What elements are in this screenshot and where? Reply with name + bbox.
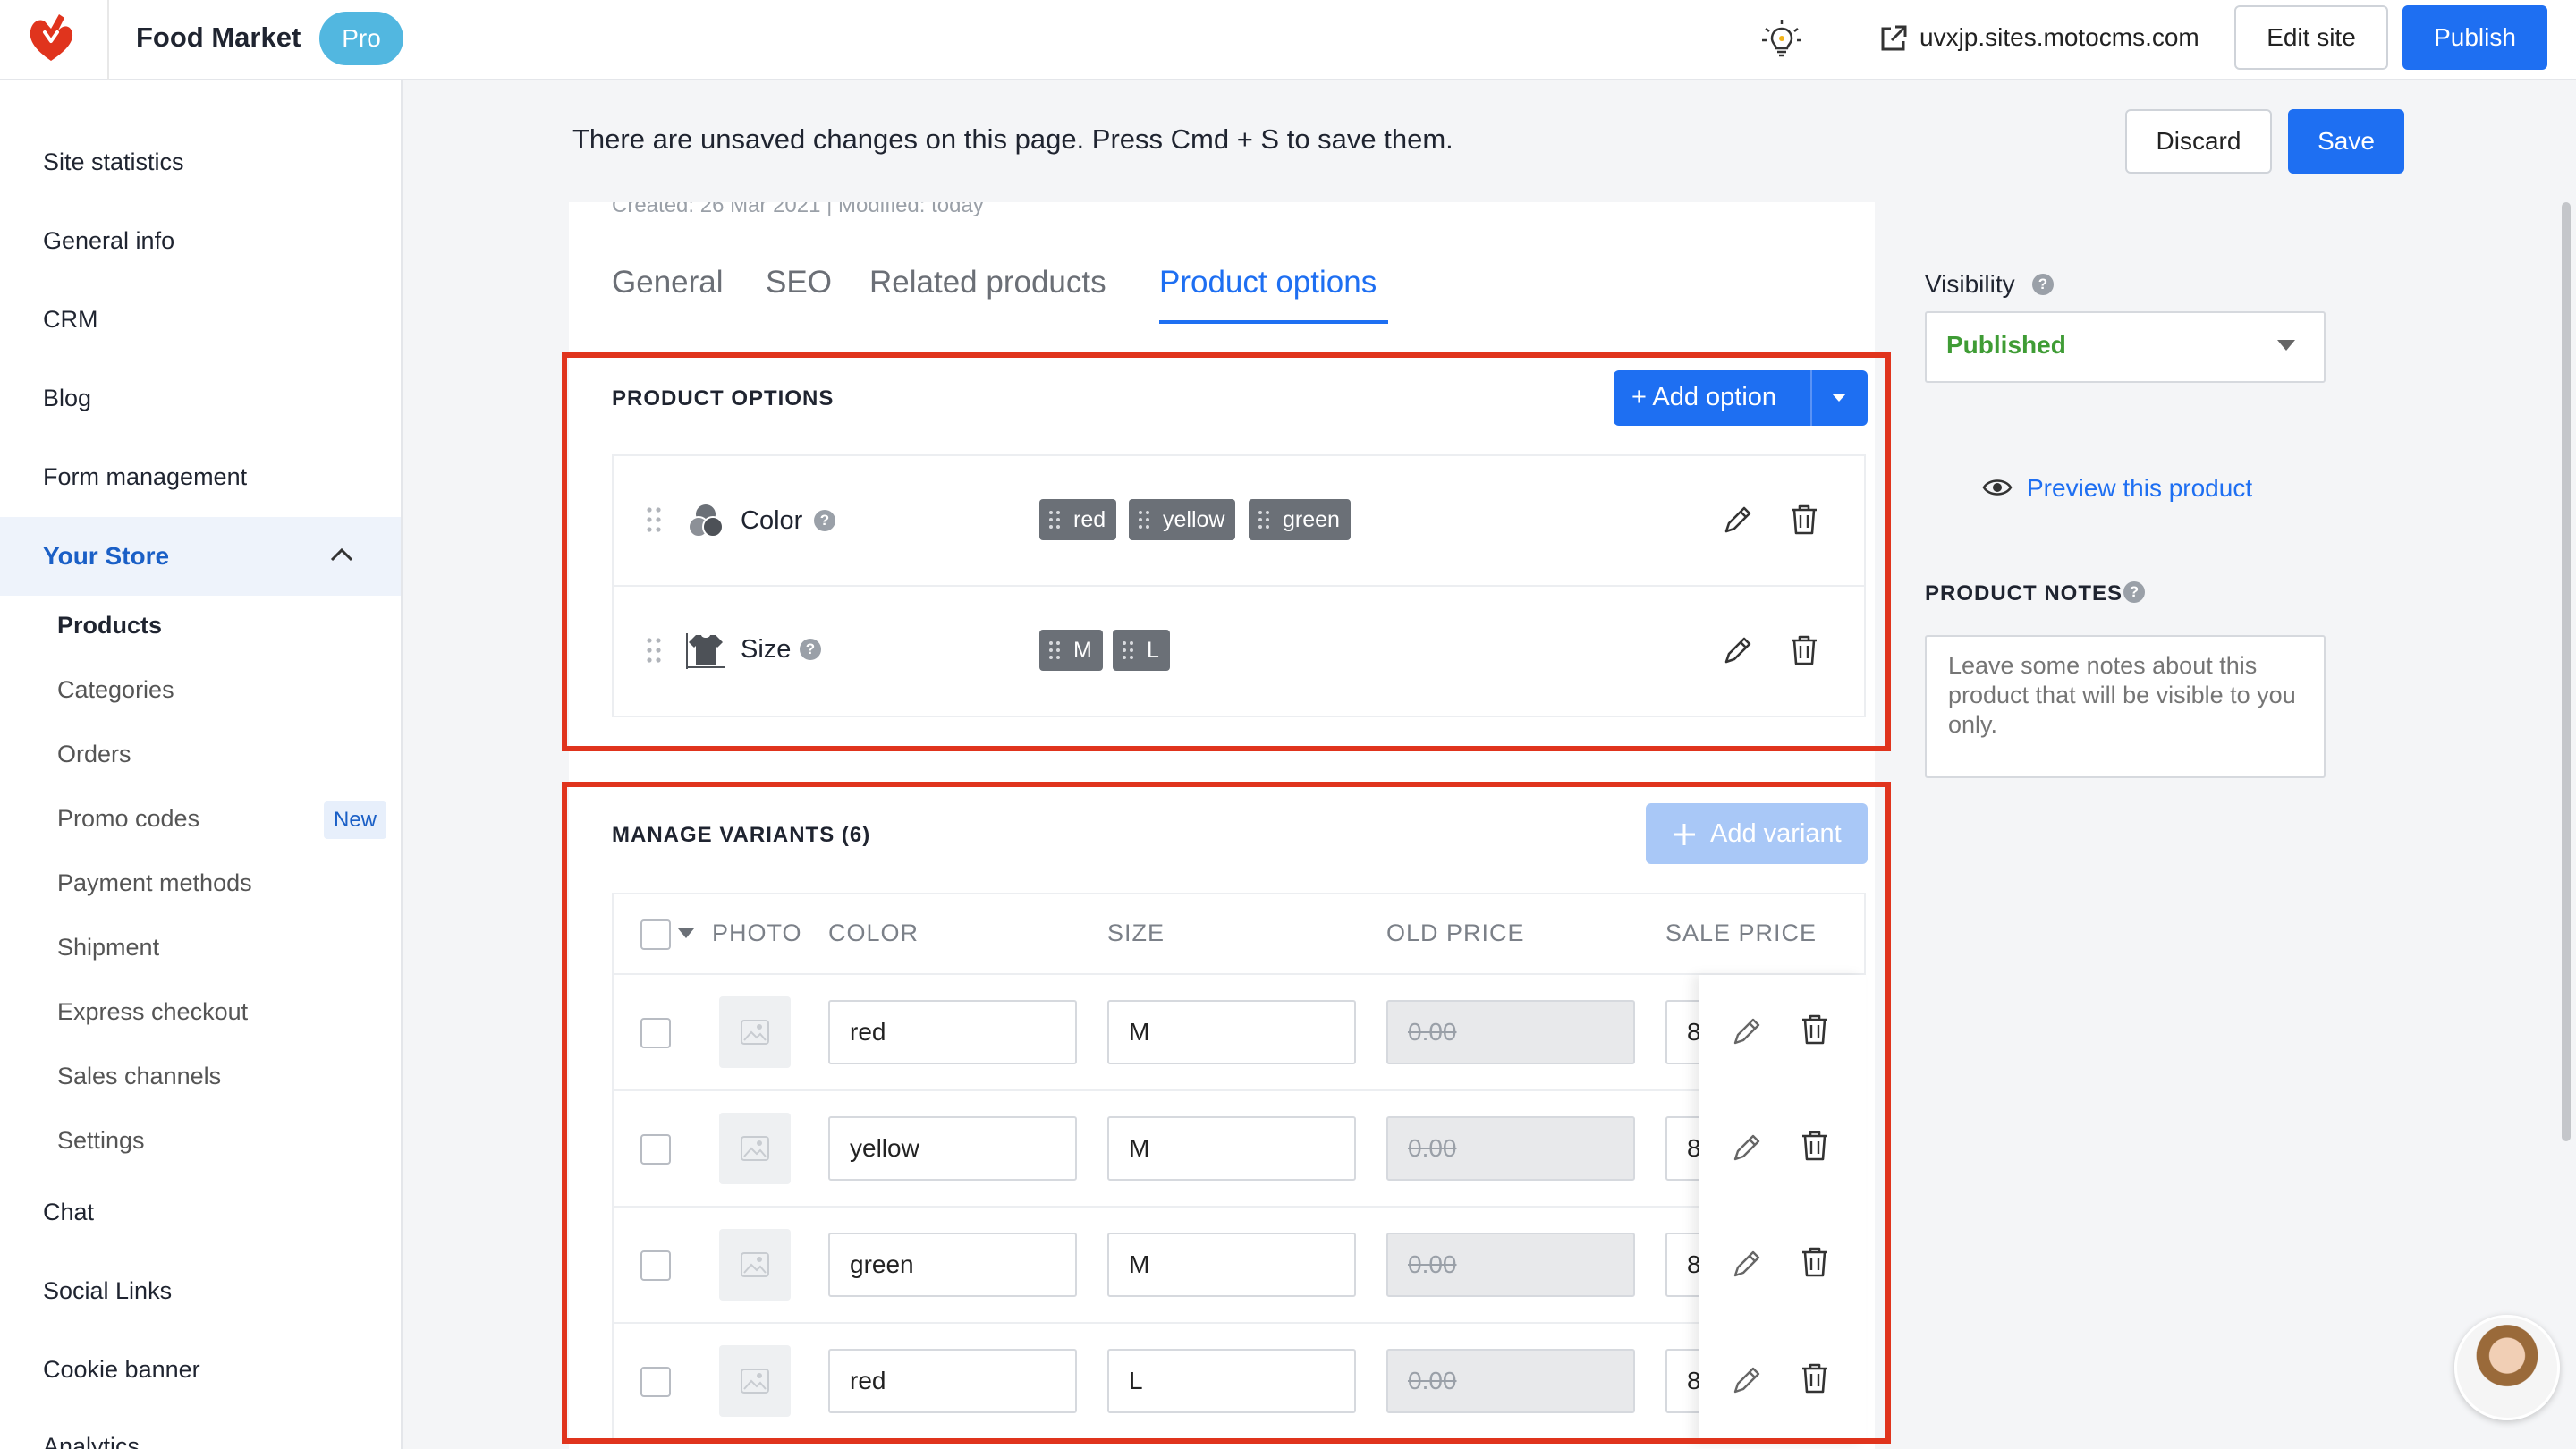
external-link-icon[interactable]: [1878, 23, 1909, 54]
logo-icon[interactable]: [23, 11, 79, 66]
topbar-divider: [107, 0, 109, 80]
sidebar-item-categories[interactable]: Categories: [57, 676, 174, 704]
tab-product-options[interactable]: Product options: [1159, 265, 1377, 301]
sidebar-item-orders[interactable]: Orders: [57, 741, 131, 768]
sidebar-item-analytics[interactable]: Analytics: [43, 1433, 140, 1449]
sidebar-item-payment-methods[interactable]: Payment methods: [57, 869, 252, 897]
save-button[interactable]: Save: [2288, 109, 2404, 174]
sidebar-item-label: Your Store: [43, 542, 170, 570]
sidebar-item-chat[interactable]: Chat: [43, 1199, 94, 1226]
sidebar-item-your-store[interactable]: Your Store: [0, 517, 401, 596]
sidebar-item-form-management[interactable]: Form management: [43, 463, 247, 491]
publish-button[interactable]: Publish: [2402, 5, 2547, 70]
highlight-box-manage-variants: [562, 782, 1891, 1444]
tab-seo[interactable]: SEO: [766, 265, 832, 301]
tab-related-products[interactable]: Related products: [869, 265, 1106, 301]
unsaved-changes-text: There are unsaved changes on this page. …: [572, 123, 1453, 155]
pro-badge: Pro: [319, 12, 403, 65]
caret-down-icon[interactable]: [2277, 340, 2295, 351]
visibility-value: Published: [1946, 331, 2066, 359]
sidebar-item-products[interactable]: Products: [57, 612, 162, 640]
discard-button[interactable]: Discard: [2125, 109, 2272, 174]
sidebar-item-social-links[interactable]: Social Links: [43, 1277, 172, 1305]
visibility-label: Visibility: [1925, 270, 2015, 298]
chevron-up-icon[interactable]: [329, 546, 354, 564]
site-url-link[interactable]: uvxjp.sites.motocms.com: [1919, 23, 2199, 52]
lightbulb-icon[interactable]: [1758, 16, 1805, 63]
preview-product-link[interactable]: Preview this product: [2027, 474, 2252, 503]
sidebar-item-blog[interactable]: Blog: [43, 385, 91, 412]
sidebar-item-settings[interactable]: Settings: [57, 1127, 145, 1155]
product-notes-title: PRODUCT NOTES: [1925, 581, 2123, 606]
tab-general[interactable]: General: [612, 265, 724, 301]
sidebar-item-shipment[interactable]: Shipment: [57, 934, 159, 962]
sidebar-item-crm[interactable]: CRM: [43, 306, 98, 334]
top-bar: Food Market Pro uvxjp.sites.motocms.com …: [0, 0, 2576, 80]
sidebar-item-express-checkout[interactable]: Express checkout: [57, 998, 248, 1026]
sidebar-item-cookie-banner[interactable]: Cookie banner: [43, 1356, 200, 1384]
highlight-box-product-options: [562, 352, 1891, 751]
help-icon[interactable]: ?: [2123, 581, 2145, 603]
sidebar: Site statistics General info CRM Blog Fo…: [0, 80, 402, 1449]
new-badge: New: [324, 801, 386, 839]
sidebar-item-sales-channels[interactable]: Sales channels: [57, 1063, 221, 1090]
support-avatar[interactable]: [2454, 1315, 2560, 1420]
scrollbar[interactable]: [2562, 202, 2571, 1141]
app-title: Food Market: [136, 21, 301, 53]
active-tab-indicator: [1159, 320, 1388, 324]
sidebar-item-general-info[interactable]: General info: [43, 227, 174, 255]
product-notes-textarea[interactable]: [1925, 635, 2326, 778]
edit-site-button[interactable]: Edit site: [2234, 5, 2388, 70]
sidebar-item-promo-codes[interactable]: Promo codes: [57, 805, 199, 833]
eye-icon[interactable]: [1982, 476, 2012, 499]
help-icon[interactable]: ?: [2032, 274, 2054, 295]
sidebar-item-site-statistics[interactable]: Site statistics: [43, 148, 184, 176]
